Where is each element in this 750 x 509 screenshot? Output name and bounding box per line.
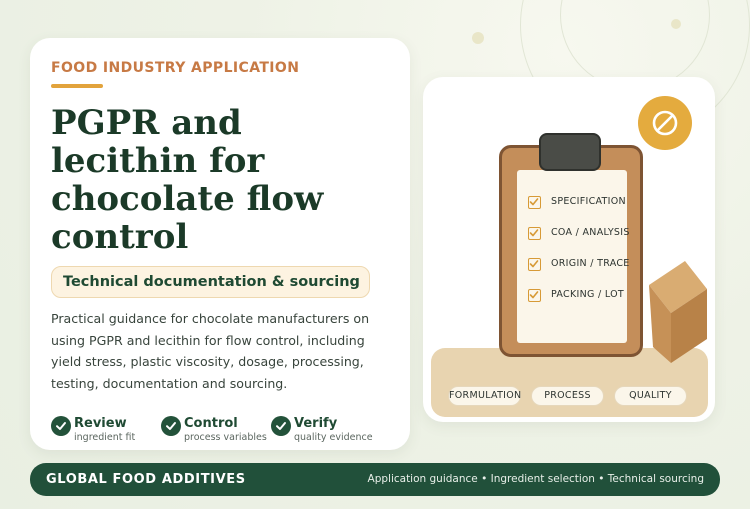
subtitle-pill: Technical documentation & sourcing (51, 266, 370, 298)
cardboard-box-icon (649, 261, 707, 363)
footer-bar: GLOBAL FOOD ADDITIVES Application guidan… (30, 463, 720, 496)
checklist-paper: SPECIFICATION COA / ANALYSIS ORIGIN / TR… (517, 170, 630, 343)
checklist-label: PACKING / LOT (551, 289, 624, 300)
checkbox-checked-icon (528, 289, 541, 302)
feature-title: Control (184, 416, 238, 431)
illustration-card: SPECIFICATION COA / ANALYSIS ORIGIN / TR… (423, 77, 715, 422)
tag-quality: QUALITY (614, 386, 687, 406)
feature-subtitle: ingredient fit (74, 432, 136, 443)
feature-subtitle: process variables (184, 432, 267, 443)
feature-title: Verify (294, 416, 338, 431)
checklist-label: SPECIFICATION (551, 196, 626, 207)
clipboard-icon: SPECIFICATION COA / ANALYSIS ORIGIN / TR… (499, 145, 643, 357)
checkbox-checked-icon (528, 258, 541, 271)
prohibited-icon (638, 96, 692, 150)
tag-process: PROCESS (531, 386, 604, 406)
check-circle-icon (51, 416, 71, 436)
feature-list: Review ingredient fit Control process va… (51, 416, 401, 446)
clipboard-clip (539, 133, 601, 171)
checklist-label: COA / ANALYSIS (551, 227, 630, 238)
tag-formulation: FORMULATION (448, 386, 521, 406)
checkbox-checked-icon (528, 196, 541, 209)
checklist-label: ORIGIN / TRACE (551, 258, 630, 269)
check-circle-icon (271, 416, 291, 436)
footer-tagline: Application guidance • Ingredient select… (367, 473, 704, 485)
feature-title: Review (74, 416, 127, 431)
checkbox-checked-icon (528, 227, 541, 240)
check-circle-icon (161, 416, 181, 436)
eyebrow-label: FOOD INDUSTRY APPLICATION (51, 60, 300, 76)
background-dot (671, 19, 681, 29)
feature-subtitle: quality evidence (294, 432, 373, 443)
page-title: PGPR and lecithin for chocolate flow con… (51, 103, 324, 257)
intro-card: FOOD INDUSTRY APPLICATION PGPR and lecit… (30, 38, 410, 450)
background-dot (472, 32, 484, 44)
eyebrow-underline (51, 84, 103, 88)
description-text: Practical guidance for chocolate manufac… (51, 311, 370, 391)
footer-brand: GLOBAL FOOD ADDITIVES (46, 472, 246, 487)
